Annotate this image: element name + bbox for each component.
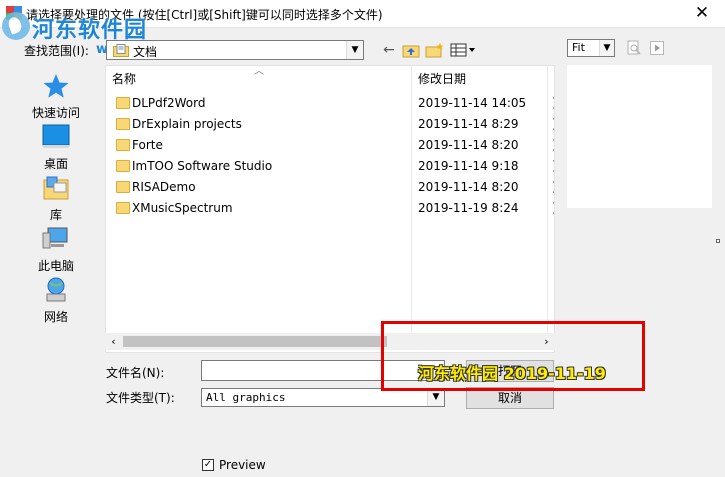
file-type-truncated: ]: [552, 201, 554, 215]
desktop-icon: [42, 124, 70, 148]
window-title: 请选择要处理的文件 (按住[Ctrl]或[Shift]键可以同时选择多个文件): [26, 8, 383, 22]
up-folder-button[interactable]: [400, 40, 422, 60]
file-date: 2019-11-14 8:29: [418, 117, 519, 131]
close-icon: ✕: [694, 3, 710, 23]
network-icon: [46, 277, 66, 302]
file-row[interactable]: DLPdf2Word 2019-11-14 14:05 ]: [106, 93, 554, 114]
file-date: 2019-11-14 8:20: [418, 180, 519, 194]
cancel-button-label: 取消: [497, 391, 522, 405]
column-header-label: 名称: [112, 72, 137, 86]
quick-access-star-icon: [43, 74, 69, 98]
zoom-combo[interactable]: Fit ▼: [567, 39, 615, 57]
title-bar: 请选择要处理的文件 (按住[Ctrl]或[Shift]键可以同时选择多个文件) …: [0, 0, 725, 28]
place-this-pc[interactable]: 此电脑: [24, 225, 88, 274]
filetype-label: 文件类型(T):: [106, 391, 175, 405]
view-menu-icon: [450, 43, 475, 57]
highlight-box: [381, 321, 645, 391]
documents-folder-icon: [113, 44, 129, 57]
this-pc-icon: [42, 227, 68, 249]
column-header-date[interactable]: 修改日期: [412, 66, 547, 92]
zoom-value: Fit: [572, 41, 585, 54]
file-type-truncated: ]: [552, 96, 554, 110]
app-icon: [6, 6, 22, 20]
file-name: XMusicSpectrum: [132, 201, 233, 215]
column-header-label: 修改日期: [418, 72, 467, 86]
file-date: 2019-11-19 8:24: [418, 201, 519, 215]
file-name: RISADemo: [132, 180, 196, 194]
place-label: 桌面: [43, 157, 68, 171]
arrow-left-icon: ←: [383, 42, 395, 58]
place-library[interactable]: 库: [24, 174, 88, 223]
file-row[interactable]: XMusicSpectrum 2019-11-19 8:24 ]: [106, 198, 554, 219]
filetype-value: All graphics: [206, 391, 286, 404]
file-row[interactable]: RISADemo 2019-11-14 8:20 ]: [106, 177, 554, 198]
file-type-truncated: ]: [552, 138, 554, 152]
zoom-preview-button[interactable]: [623, 38, 645, 58]
folder-icon: [116, 160, 130, 172]
folder-icon: [116, 181, 130, 193]
place-desktop[interactable]: 桌面: [24, 123, 88, 172]
file-type-truncated: ]: [552, 117, 554, 131]
lookin-combo[interactable]: 文档 ▼: [106, 40, 364, 60]
file-name: Forte: [132, 138, 163, 152]
file-type-truncated: ]: [552, 159, 554, 173]
folder-icon: [116, 97, 130, 109]
place-network[interactable]: 网络: [24, 276, 88, 325]
lookin-label: 查找范围(I):: [24, 44, 89, 58]
resize-handle[interactable]: [716, 239, 720, 243]
place-label: 库: [49, 208, 62, 222]
back-button[interactable]: ←: [378, 40, 400, 60]
place-label: 此电脑: [37, 259, 74, 273]
play-icon: [650, 41, 664, 55]
file-row[interactable]: Forte 2019-11-14 8:20 ]: [106, 135, 554, 156]
place-label: 网络: [43, 310, 68, 324]
lookin-value: 文档: [133, 45, 158, 59]
folder-icon: [116, 139, 130, 151]
new-folder-button[interactable]: [424, 40, 446, 60]
up-folder-icon: [402, 45, 420, 58]
file-list[interactable]: ︿ 名称 修改日期 DLPdf2Word 2019-11-14 14:05 ] …: [105, 65, 555, 353]
file-name: DLPdf2Word: [132, 96, 206, 110]
column-header-name[interactable]: 名称: [106, 66, 411, 92]
close-button[interactable]: ✕: [684, 2, 720, 24]
file-row[interactable]: ImTOO Software Studio 2019-11-14 9:18 ]: [106, 156, 554, 177]
file-date: 2019-11-14 9:18: [418, 159, 519, 173]
file-type-truncated: ]: [552, 180, 554, 194]
folder-icon: [116, 202, 130, 214]
column-header-type[interactable]: [548, 66, 554, 92]
place-quick-access[interactable]: 快速访问: [24, 72, 88, 121]
chevron-down-icon[interactable]: ▼: [346, 41, 363, 59]
magnifier-page-icon: [627, 40, 641, 55]
preview-pane: [567, 65, 712, 208]
file-date: 2019-11-14 8:20: [418, 138, 519, 152]
filename-label: 文件名(N):: [106, 366, 165, 380]
zoom-chevron-icon[interactable]: ▼: [599, 40, 614, 56]
scroll-left-icon[interactable]: ‹: [105, 333, 122, 350]
file-date: 2019-11-14 14:05: [418, 96, 527, 110]
preview-checkbox[interactable]: ✓: [202, 459, 214, 471]
place-label: 快速访问: [31, 106, 80, 120]
scroll-thumb[interactable]: [123, 336, 387, 347]
file-row[interactable]: DrExplain projects 2019-11-14 8:29 ]: [106, 114, 554, 135]
file-name: DrExplain projects: [132, 117, 242, 131]
filetype-chevron-icon[interactable]: ▼: [427, 389, 444, 406]
folder-icon: [116, 118, 130, 130]
view-menu-button[interactable]: [449, 40, 477, 60]
preview-label: Preview: [219, 458, 266, 472]
new-folder-icon: [425, 43, 444, 58]
library-icon: [43, 176, 69, 200]
file-name: ImTOO Software Studio: [132, 159, 273, 173]
checkmark-icon: ✓: [203, 459, 213, 470]
play-preview-button[interactable]: [646, 38, 668, 58]
